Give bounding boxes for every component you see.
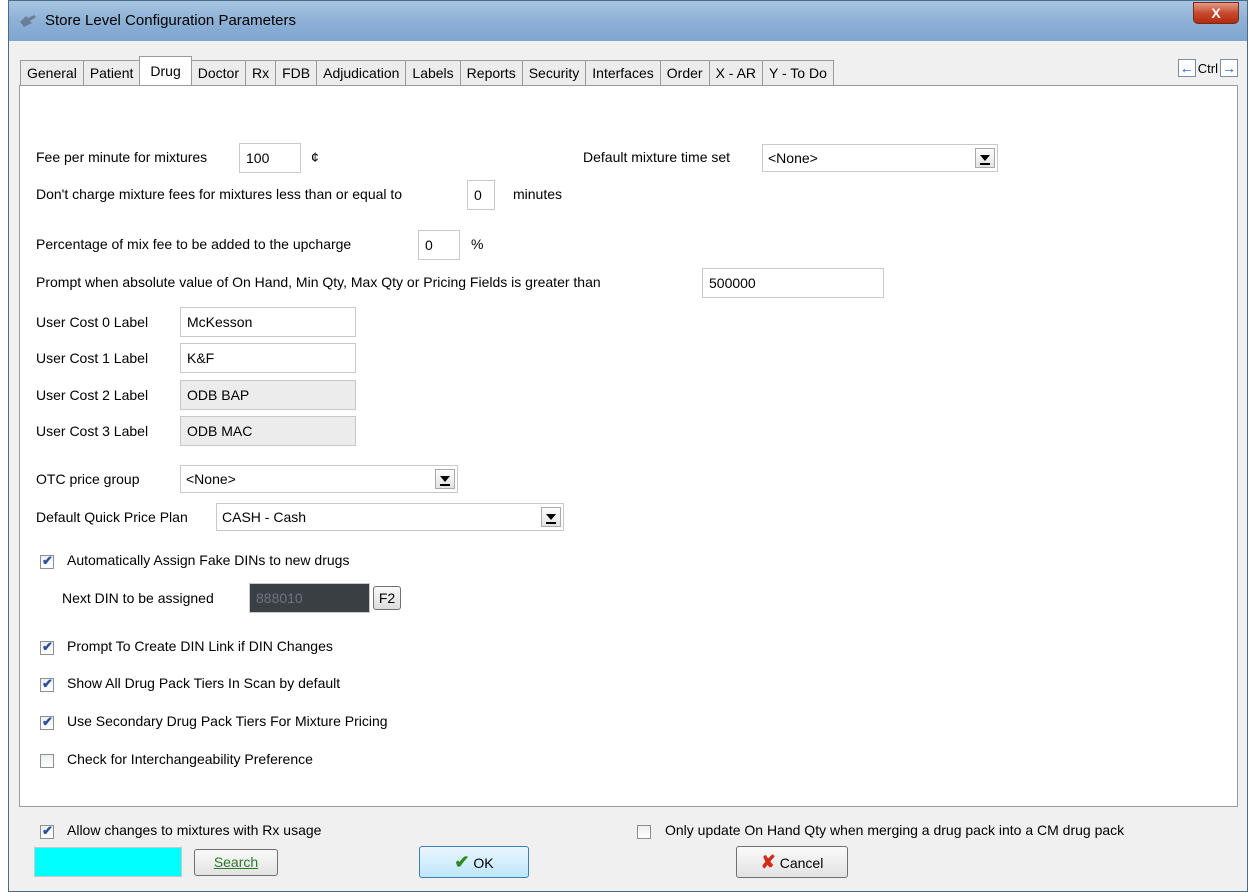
title-bar[interactable]: Store Level Configuration Parameters X	[9, 1, 1247, 41]
otc-price-group-value: <None>	[186, 471, 236, 487]
use-secondary-tiers-label: Use Secondary Drug Pack Tiers For Mixtur…	[67, 713, 388, 729]
tab-y-to-do[interactable]: Y - To Do	[762, 60, 834, 85]
pct-mix-fee-label: Percentage of mix fee to be added to the…	[36, 236, 352, 252]
tab-rx[interactable]: Rx	[245, 60, 277, 85]
chevron-down-icon[interactable]	[975, 148, 995, 168]
chevron-down-icon[interactable]	[541, 507, 561, 527]
checkmark-icon: ✔	[42, 676, 53, 691]
config-window: Store Level Configuration Parameters X G…	[8, 0, 1248, 892]
drug-tab-panel: Fee per minute for mixtures 100 ¢ Defaul…	[19, 85, 1238, 839]
close-button[interactable]: X	[1193, 2, 1239, 24]
otc-price-group-select[interactable]: <None>	[180, 465, 458, 493]
default-mixture-time-label: Default mixture time set	[583, 149, 731, 165]
tab-general[interactable]: General	[20, 60, 84, 85]
auto-assign-fake-din-label: Automatically Assign Fake DINs to new dr…	[67, 552, 350, 568]
user-cost-3-input: ODB MAC	[180, 416, 356, 446]
user-cost-2-label: User Cost 2 Label	[36, 387, 149, 403]
user-cost-0-input[interactable]: McKesson	[180, 307, 356, 337]
tab-adjudication[interactable]: Adjudication	[316, 60, 407, 85]
tab-fdb[interactable]: FDB	[275, 60, 318, 85]
dont-charge-input[interactable]: 0	[467, 180, 495, 210]
fee-per-minute-input[interactable]: 100	[239, 143, 301, 173]
f2-button[interactable]: F2	[373, 586, 401, 610]
next-din-input: 888010	[249, 583, 370, 613]
pct-mix-fee-input[interactable]: 0	[418, 230, 460, 260]
prompt-abs-value-label: Prompt when absolute value of On Hand, M…	[36, 274, 601, 290]
otc-price-group-label: OTC price group	[36, 471, 140, 487]
tab-left-arrow-icon[interactable]: ←	[1177, 59, 1196, 77]
user-cost-1-label: User Cost 1 Label	[36, 350, 149, 366]
cancel-x-icon: ✘	[760, 852, 776, 872]
next-din-label: Next DIN to be assigned	[62, 590, 214, 606]
tab-right-arrow-icon[interactable]: →	[1220, 59, 1238, 77]
checkmark-icon: ✔	[42, 639, 53, 654]
auto-assign-fake-din-checkbox[interactable]: ✔	[40, 553, 54, 569]
ok-button[interactable]: ✔ OK	[419, 846, 529, 878]
tab-reports[interactable]: Reports	[459, 60, 523, 85]
tab-strip: General Patient Drug Doctor Rx FDB Adjudicatio…	[20, 56, 834, 85]
tab-doctor[interactable]: Doctor	[190, 60, 246, 85]
prompt-abs-value-input[interactable]: 500000	[702, 268, 884, 298]
footer-bar: Search ✔ OK ✘ Cancel	[16, 809, 1240, 881]
tab-interfaces[interactable]: Interfaces	[585, 60, 661, 85]
dont-charge-label: Don't charge mixture fees for mixtures l…	[36, 186, 403, 202]
default-quick-price-select[interactable]: CASH - Cash	[216, 503, 564, 531]
user-cost-0-label: User Cost 0 Label	[36, 314, 149, 330]
tab-drug[interactable]: Drug	[139, 56, 192, 85]
default-mixture-time-select[interactable]: <None>	[762, 144, 998, 172]
check-interchange-checkbox[interactable]	[40, 754, 54, 768]
pct-unit-label: %	[471, 236, 484, 252]
search-button[interactable]: Search	[194, 849, 278, 876]
app-icon	[20, 15, 36, 27]
default-quick-price-label: Default Quick Price Plan	[36, 509, 188, 525]
checkmark-icon: ✔	[454, 852, 470, 872]
check-interchange-label: Check for Interchangeability Preference	[67, 751, 313, 767]
default-quick-price-value: CASH - Cash	[222, 509, 307, 525]
cancel-button-label: Cancel	[779, 855, 824, 871]
tab-labels[interactable]: Labels	[405, 60, 461, 85]
ctrl-label: Ctrl	[1197, 60, 1218, 76]
tab-navigation: ← Ctrl →	[1177, 59, 1238, 77]
checkmark-icon: ✔	[42, 714, 53, 729]
window-title: Store Level Configuration Parameters	[45, 12, 296, 29]
cancel-button[interactable]: ✘ Cancel	[736, 846, 848, 878]
user-cost-2-input: ODB BAP	[180, 380, 356, 410]
show-all-tiers-checkbox[interactable]: ✔	[40, 676, 54, 692]
client-area: General Patient Drug Doctor Rx FDB Adjudicatio…	[16, 41, 1240, 881]
chevron-down-icon[interactable]	[435, 469, 455, 489]
show-all-tiers-label: Show All Drug Pack Tiers In Scan by defa…	[67, 675, 341, 691]
tab-order[interactable]: Order	[659, 60, 710, 85]
fee-unit-label: ¢	[311, 149, 319, 165]
prompt-din-link-label: Prompt To Create DIN Link if DIN Changes	[67, 638, 333, 654]
tab-security[interactable]: Security	[521, 60, 587, 85]
prompt-din-link-checkbox[interactable]: ✔	[40, 639, 54, 655]
tab-x-ar[interactable]: X - AR	[708, 60, 764, 85]
search-input[interactable]	[34, 847, 182, 877]
ok-button-label: OK	[473, 855, 494, 871]
default-mixture-time-value: <None>	[768, 150, 818, 166]
checkmark-icon: ✔	[42, 553, 53, 568]
search-button-label: Search	[213, 854, 259, 870]
user-cost-1-input[interactable]: K&F	[180, 343, 356, 373]
user-cost-3-label: User Cost 3 Label	[36, 423, 149, 439]
fee-per-minute-label: Fee per minute for mixtures	[36, 149, 208, 165]
use-secondary-tiers-checkbox[interactable]: ✔	[40, 714, 54, 730]
minutes-unit-label: minutes	[513, 186, 563, 202]
tab-patient[interactable]: Patient	[82, 60, 141, 85]
